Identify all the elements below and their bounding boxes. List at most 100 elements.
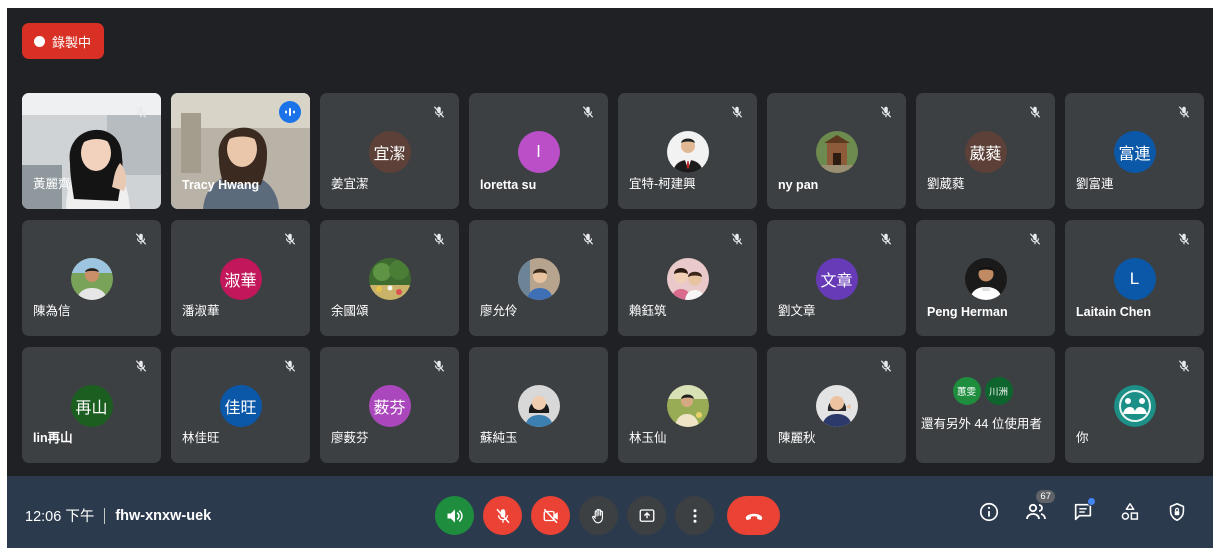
participant-avatar: 葳蕤: [964, 131, 1007, 173]
participant-name: 黃麗齊: [33, 177, 71, 191]
recording-indicator: 錄製中: [22, 23, 104, 59]
participant-name: 陳為信: [33, 304, 71, 318]
mic-off-icon: [495, 508, 510, 523]
hand-icon: [591, 508, 603, 523]
present-screen-button[interactable]: [627, 496, 666, 535]
participant-avatar: 淑華: [219, 258, 262, 300]
mic-muted-icon: [1173, 101, 1195, 123]
meet-window: 錄製中 黃麗齊 Tracy Hwang 宜潔 姜宜潔 l loretta su 宜特-柯建興…: [7, 8, 1213, 548]
participant-name: 廖允伶: [480, 304, 518, 318]
participant-tile[interactable]: 淑華潘淑華: [171, 220, 310, 336]
mic-muted-icon: [875, 355, 897, 377]
participant-tile[interactable]: 陳為信: [22, 220, 161, 336]
participant-tile[interactable]: 文章 劉文章: [767, 220, 906, 336]
participant-tile[interactable]: 薮芬廖薮芬: [320, 347, 459, 463]
participant-tile[interactable]: 富連劉富連: [1065, 93, 1204, 209]
participant-name: ny pan: [778, 178, 819, 192]
participant-tile[interactable]: 蕙雯 川洲還有另外 44 位使用者: [916, 347, 1055, 463]
meeting-info: 12:06 下午 fhw-xnxw-uek: [25, 505, 211, 526]
participant-tile[interactable]: 賴鈺筑: [618, 220, 757, 336]
record-dot-icon: [34, 35, 45, 47]
mic-muted-icon: [875, 228, 897, 250]
mic-muted-icon: [428, 101, 450, 123]
participant-avatar: [815, 385, 858, 427]
participant-avatar: [517, 385, 560, 427]
participant-tile[interactable]: l loretta su: [469, 93, 608, 209]
camera-button[interactable]: [531, 496, 570, 535]
participant-name: 林玉仙: [629, 431, 667, 445]
leave-call-button[interactable]: [727, 496, 780, 535]
hang-up-icon: [745, 513, 762, 520]
recording-label: 錄製中: [52, 34, 92, 50]
participant-name: 你: [1076, 431, 1089, 445]
raise-hand-button[interactable]: [579, 496, 618, 535]
bottom-control-bar: 12:06 下午 fhw-xnxw-uek 67: [7, 476, 1213, 548]
participant-tile[interactable]: 再山 lin再山: [22, 347, 161, 463]
mic-muted-icon: [577, 101, 599, 123]
participant-avatar: l: [517, 131, 560, 173]
participant-avatar: [666, 131, 709, 173]
participant-avatar: [815, 131, 858, 173]
mini-avatar: 蕙雯: [952, 377, 981, 405]
participant-name: 林佳旺: [182, 431, 220, 445]
more-options-button[interactable]: [675, 496, 714, 535]
people-button[interactable]: 67: [1020, 490, 1055, 530]
speaker-icon: [447, 508, 463, 523]
participant-name: 劉文章: [778, 304, 816, 318]
participant-tile[interactable]: 陳麗秋: [767, 347, 906, 463]
participant-tile[interactable]: 蘇純玉: [469, 347, 608, 463]
chat-button[interactable]: [1067, 494, 1099, 530]
participant-name: 余國頌: [331, 304, 369, 318]
participant-tile[interactable]: 你: [1065, 347, 1204, 463]
participant-tile[interactable]: 林玉仙: [618, 347, 757, 463]
other-participants-avatars: 蕙雯 川洲: [952, 377, 1013, 405]
host-controls-button[interactable]: [1161, 494, 1193, 530]
participant-tile[interactable]: 余國頌: [320, 220, 459, 336]
meeting-details-button[interactable]: [973, 494, 1005, 530]
mic-muted-icon: [1173, 228, 1195, 250]
participant-avatar: 再山: [70, 385, 113, 427]
participant-name: 廖薮芬: [331, 431, 369, 445]
participant-name: 姜宜潔: [331, 177, 369, 191]
mic-muted-icon: [875, 101, 897, 123]
participant-name: 劉葳蕤: [927, 177, 965, 191]
participant-avatar: [70, 258, 113, 300]
microphone-button[interactable]: [483, 496, 522, 535]
participant-name: 還有另外 44 位使用者: [921, 417, 1042, 431]
more-vert-icon: [693, 508, 696, 523]
participant-tile[interactable]: 宜潔 姜宜潔: [320, 93, 459, 209]
participant-name: 劉富連: [1076, 177, 1114, 191]
call-controls: [435, 496, 780, 535]
participant-avatar: 富連: [1113, 131, 1156, 173]
participant-name: loretta su: [480, 178, 537, 192]
divider: [104, 507, 106, 524]
speaker-button[interactable]: [435, 496, 474, 535]
participant-tile[interactable]: 宜特-柯建興: [618, 93, 757, 209]
participant-avatar: 薮芬: [368, 385, 411, 427]
activities-icon: [1121, 503, 1139, 520]
participant-name: Peng Herman: [927, 305, 1008, 319]
participant-avatar: L: [1113, 258, 1156, 300]
activities-button[interactable]: [1114, 494, 1146, 530]
participant-avatar: [517, 258, 560, 300]
participant-tile[interactable]: 葳蕤劉葳蕤: [916, 93, 1055, 209]
participant-tile[interactable]: ny pan: [767, 93, 906, 209]
present-icon: [639, 508, 654, 522]
participant-name: 宜特-柯建興: [629, 177, 696, 191]
participant-name: Tracy Hwang: [182, 178, 260, 192]
participant-avatar: [1113, 385, 1156, 427]
mic-muted-icon: [1173, 355, 1195, 377]
participant-tile[interactable]: 廖允伶: [469, 220, 608, 336]
mini-avatar: 川洲: [984, 377, 1013, 405]
mic-muted-icon: [279, 228, 301, 250]
mic-muted-icon: [428, 228, 450, 250]
participant-avatar: 佳旺: [219, 385, 262, 427]
participant-tile[interactable]: 佳旺林佳旺: [171, 347, 310, 463]
participant-tile[interactable]: Peng Herman: [916, 220, 1055, 336]
speaking-indicator-icon: [279, 101, 301, 123]
participant-tile[interactable]: Tracy Hwang: [171, 93, 310, 209]
participant-tile[interactable]: 黃麗齊: [22, 93, 161, 209]
participant-name: 潘淑華: [182, 304, 220, 318]
participant-tile[interactable]: L Laitain Chen: [1065, 220, 1204, 336]
chat-notification-dot: [1087, 497, 1096, 506]
